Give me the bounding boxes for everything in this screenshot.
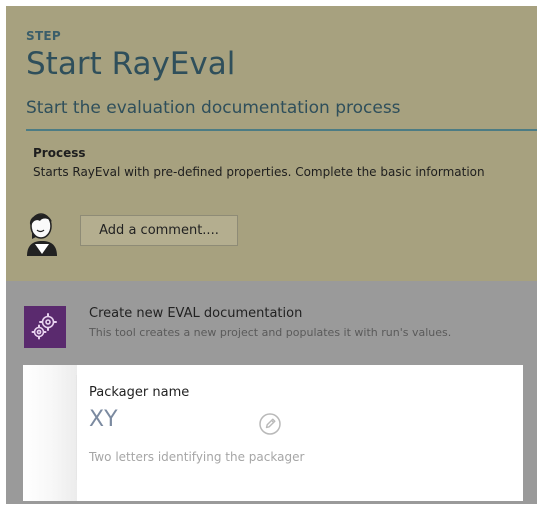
add-comment-button[interactable]: Add a comment.... [80,215,238,246]
step-title: Start RayEval [26,46,236,82]
step-panel: STEP Start RayEval Start the evaluation … [6,6,537,281]
step-divider [26,129,537,131]
gears-icon[interactable] [24,306,66,348]
process-heading: Process [33,146,86,160]
packager-name-card: Packager name XY Two letters identifying… [23,365,523,501]
step-label: STEP [26,29,62,43]
process-description: Starts RayEval with pre-defined properti… [33,165,485,179]
step-subtitle: Start the evaluation documentation proce… [26,98,401,118]
packager-name-value[interactable]: XY [89,407,118,432]
dialog-frame: STEP Start RayEval Start the evaluation … [6,6,537,504]
packager-name-hint: Two letters identifying the packager [89,450,305,464]
tool-description: This tool creates a new project and popu… [89,326,452,339]
packager-name-label: Packager name [89,385,190,400]
card-gutter [23,365,77,501]
user-avatar-icon [22,210,62,256]
card-gutter-divider [76,375,77,480]
pencil-circle-icon[interactable] [258,412,282,436]
tool-row[interactable]: Create new EVAL documentation This tool … [6,301,537,351]
tool-title: Create new EVAL documentation [89,306,303,321]
